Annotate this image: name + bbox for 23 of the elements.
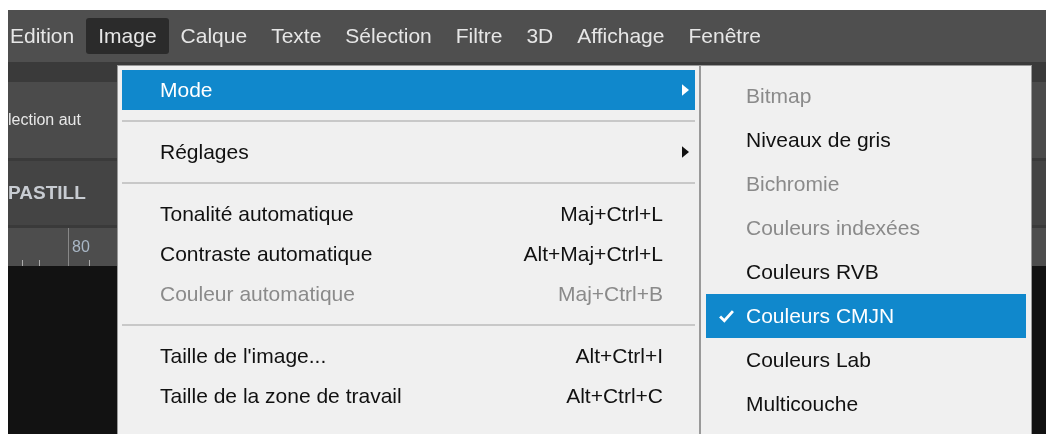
submenu-item[interactable]: Couleurs Lab <box>706 338 1026 382</box>
panel-title: PASTILL <box>8 182 86 204</box>
menu-item[interactable]: Mode <box>122 70 695 110</box>
options-label: lection aut <box>8 111 81 129</box>
menu-bar-item[interactable]: Filtre <box>443 18 515 54</box>
submenu-item[interactable]: Multicouche <box>706 382 1026 426</box>
menu-item[interactable]: Réglages <box>122 132 695 172</box>
submenu-item[interactable]: Couleurs CMJN <box>706 294 1026 338</box>
menu-bar-item[interactable]: Texte <box>259 18 334 54</box>
submenu-item[interactable]: Niveaux de gris <box>706 118 1026 162</box>
menu-bar-item[interactable]: Image <box>86 18 169 54</box>
menu-item[interactable]: Tonalité automatique Maj+Ctrl+L <box>122 194 695 234</box>
ruler-label: 80 <box>72 238 90 256</box>
submenu-item[interactable]: Couleurs RVB <box>706 250 1026 294</box>
menu-bar-item[interactable]: Calque <box>168 18 260 54</box>
menu-bar-item[interactable]: Fenêtre <box>676 18 773 54</box>
menu-bar-item[interactable]: Affichage <box>565 18 677 54</box>
menu-bar-item[interactable]: 3D <box>514 18 566 54</box>
menu-bar-item[interactable]: Sélection <box>333 18 444 54</box>
menu-item[interactable]: Taille de la zone de travail Alt+Ctrl+C <box>122 376 695 416</box>
menu-item[interactable]: Contraste automatique Alt+Maj+Ctrl+L <box>122 234 695 274</box>
menu-item[interactable]: Taille de l'image... Alt+Ctrl+I <box>122 336 695 376</box>
menu-bar-item[interactable]: Edition <box>8 18 87 54</box>
